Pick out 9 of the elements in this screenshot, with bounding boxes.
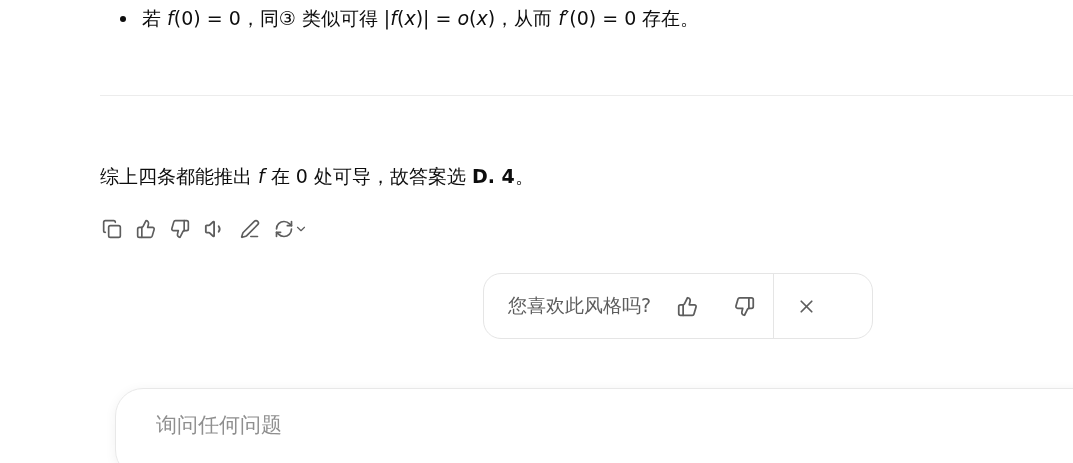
feedback-question: 您喜欢此风格吗? (508, 293, 652, 318)
copy-icon[interactable] (100, 217, 124, 241)
thumbs-up-icon[interactable] (134, 217, 158, 241)
list-item-text: 若 f(0) = 0，同③ 类似可得 |f(x)| = o(x)，从而 f′(0) = 0 存在。 (142, 6, 700, 32)
input-field[interactable]: 询问任何问题 (156, 413, 356, 437)
answer-summary: 综上四条都能推出 f 在 0 处可导，故答案选 D. 4。 (100, 165, 534, 187)
bullet-icon (120, 16, 126, 22)
pencil-icon[interactable] (238, 217, 262, 241)
thumbs-down-icon[interactable] (168, 217, 192, 241)
